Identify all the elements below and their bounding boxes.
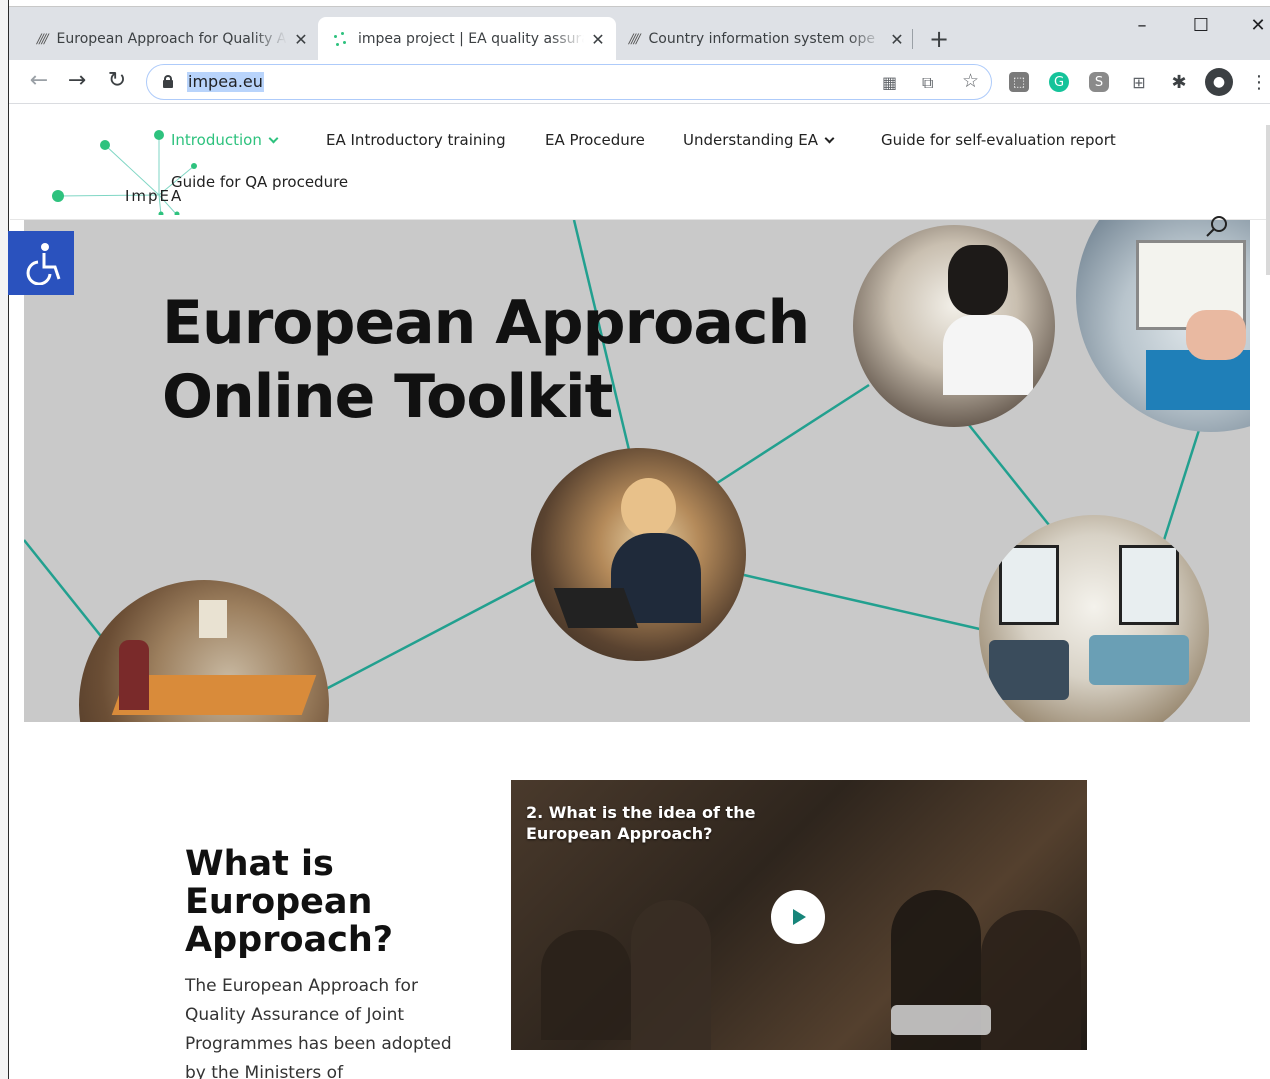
nav-label: Introduction [171,131,262,149]
bookmark-star-icon[interactable]: ☆ [962,70,979,92]
nav-ea-introductory-training[interactable]: EA Introductory training [326,131,506,149]
pdf-extension-icon[interactable]: ⬚ [1009,72,1029,92]
tab-impea-project[interactable]: impea project | EA quality assura ✕ [318,17,616,61]
video-title-line1: 2. What is the idea of the [526,803,756,822]
intro-heading-line1: What is [185,844,334,884]
slashes-favicon-icon: //// [37,31,48,47]
video-player[interactable]: 2. What is the idea of the European Appr… [511,780,1087,1050]
tab-country-information[interactable]: //// Country information system ope ✕ [615,17,915,61]
chevron-down-icon [824,133,835,144]
hero-title-line1: European Approach [162,288,810,358]
tab-title: Country information system ope [648,31,875,47]
qr-code-icon[interactable]: ▦ [882,73,897,92]
lock-icon[interactable] [163,75,173,88]
intro-paragraph: The European Approach for Quality Assura… [185,976,452,1079]
nav-guide-self-evaluation[interactable]: Guide for self-evaluation report [881,131,1116,149]
tab-title: impea project | EA quality assura [358,31,584,47]
reload-icon[interactable]: ↻ [103,68,131,93]
video-title: 2. What is the idea of the European Appr… [526,802,826,844]
menu-kebab-icon[interactable]: ⋮ [1249,72,1269,93]
close-window-button[interactable]: ✕ [1238,15,1270,36]
apps-grid-icon[interactable]: ⊞ [1129,72,1149,92]
nav-understanding-ea[interactable]: Understanding EA [683,131,835,149]
tab-separator [912,29,913,49]
page-scrollbar[interactable] [1266,125,1270,275]
profile-avatar-icon[interactable]: ● [1205,68,1233,96]
minimize-button[interactable]: – [1122,15,1162,36]
hero-banner: European Approach Online Toolkit [24,220,1250,722]
grammarly-extension-icon[interactable]: G [1049,72,1069,92]
extensions-puzzle-icon[interactable]: ✱ [1169,72,1189,93]
women-working-laptop-photo [531,448,746,661]
address-bar[interactable]: impea.eu ▦ ⧉ ☆ [146,64,992,100]
nav-guide-qa-procedure[interactable]: Guide for QA procedure [171,173,348,191]
intro-heading-line3: Approach? [185,920,394,960]
impea-favicon-icon [332,31,348,47]
close-tab-icon[interactable]: ✕ [293,30,309,49]
wheelchair-icon [26,243,61,285]
close-tab-icon[interactable]: ✕ [889,30,905,49]
intro-heading: What is European Approach? [185,845,465,959]
nav-label: Understanding EA [683,131,819,149]
video-title-line2: European Approach? [526,824,713,843]
nav-ea-procedure[interactable]: EA Procedure [545,131,645,149]
discussion-group-photo [853,225,1055,427]
back-arrow-icon[interactable]: ← [25,68,53,93]
maximize-button[interactable]: ☐ [1181,15,1221,36]
play-icon [793,909,806,925]
search-icon[interactable] [1204,213,1230,239]
skype-extension-icon[interactable]: S [1089,72,1109,92]
play-button[interactable] [771,890,825,944]
window-frame [0,0,9,1079]
new-tab-button[interactable]: + [929,25,949,53]
impea-logo[interactable]: ImpEA [50,115,200,217]
forward-arrow-icon[interactable]: → [63,68,91,93]
url-text[interactable]: impea.eu [187,72,264,92]
accessibility-button[interactable] [8,231,74,295]
intro-heading-line2: European [185,882,373,922]
tab-european-approach[interactable]: //// European Approach for Quality A ✕ [23,17,319,61]
hero-title-line2: Online Toolkit [162,362,613,432]
modern-office-photo [979,515,1209,722]
tab-title: European Approach for Quality A [56,31,287,47]
slashes-favicon-icon: //// [629,31,640,47]
close-tab-icon[interactable]: ✕ [590,30,606,49]
browser-toolbar: ← → ↻ impea.eu ▦ ⧉ ☆ ⬚ G S ⊞ ✱ ● ⋮ [9,60,1270,104]
translate-icon[interactable]: ⧉ [922,73,933,93]
chevron-down-icon [268,133,279,144]
tab-strip: //// European Approach for Quality A ✕ i… [9,6,1270,61]
site-header: ImpEA Introduction EA Introductory train… [10,105,1270,275]
hero-title: European Approach Online Toolkit [162,286,810,434]
nav-introduction[interactable]: Introduction [171,131,279,149]
